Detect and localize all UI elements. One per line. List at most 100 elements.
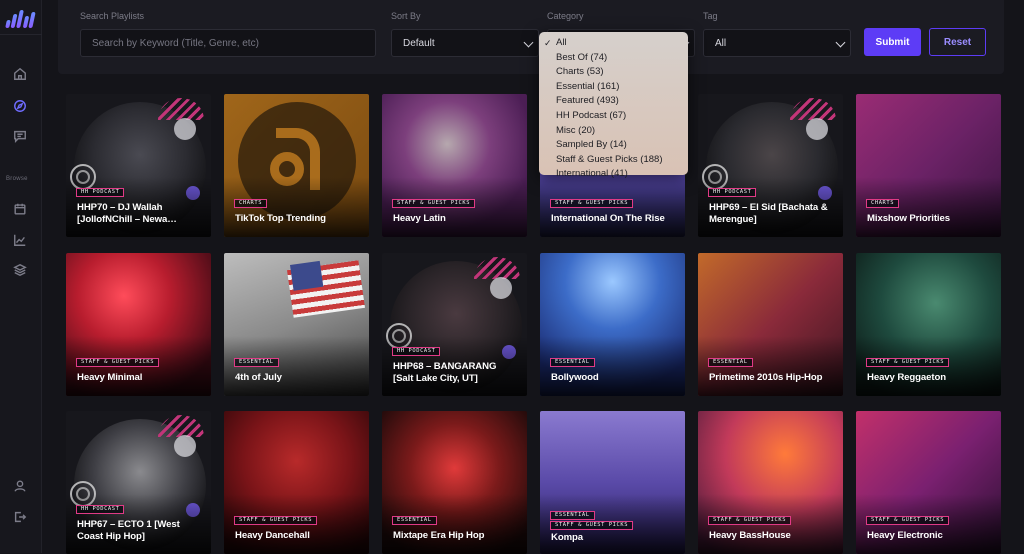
playlist-card[interactable]: HH PODCAST HHP67 – ECTO 1 [West Coast Hi… (66, 411, 211, 554)
category-label: Category (547, 11, 584, 21)
card-category-tag-secondary: STAFF & GUEST PICKS (550, 521, 634, 530)
option-label: International (41) (556, 168, 628, 180)
card-title: 4th of July (235, 372, 282, 383)
tag-select[interactable]: All (703, 29, 851, 57)
chart-icon[interactable] (12, 232, 28, 248)
dropdown-option[interactable]: Best Of (74) (539, 51, 688, 66)
playlist-card[interactable]: ESSENTIAL 4th of July (224, 253, 369, 396)
card-category-tag: STAFF & GUEST PICKS (392, 199, 476, 208)
card-title: Primetime 2010s Hip-Hop (709, 372, 823, 383)
dropdown-option[interactable]: Misc (20) (539, 124, 688, 139)
card-category-tag: ESSENTIAL (708, 358, 753, 367)
card-category-tag: ESSENTIAL (550, 511, 595, 520)
dropdown-option[interactable]: ✓ All (539, 36, 688, 51)
search-input[interactable]: Search by Keyword (Title, Genre, etc) (80, 29, 376, 57)
option-label: Charts (53) (556, 66, 604, 78)
playlist-card[interactable]: STAFF & GUEST PICKS Heavy Latin (382, 94, 527, 237)
card-title: Heavy Dancehall (235, 530, 310, 541)
option-label: Misc (20) (556, 124, 596, 136)
sort-label: Sort By (391, 11, 421, 21)
calendar-icon[interactable] (12, 201, 28, 217)
card-category-tag: STAFF & GUEST PICKS (866, 358, 950, 367)
submit-button[interactable]: Submit (864, 28, 921, 56)
card-category-tag: STAFF & GUEST PICKS (866, 516, 950, 525)
dropdown-option[interactable]: Essential (161) (539, 80, 688, 95)
filter-bar: Search Playlists Search by Keyword (Titl… (58, 0, 1004, 74)
playlist-card[interactable]: STAFF & GUEST PICKS Heavy Dancehall (224, 411, 369, 554)
sidebar-divider (0, 34, 42, 35)
option-label: Best Of (74) (556, 51, 608, 63)
card-category-tag: ESSENTIAL (234, 358, 279, 367)
layers-icon[interactable] (12, 262, 28, 278)
dropdown-option[interactable]: International (41) (539, 167, 688, 182)
playlist-card[interactable]: CHARTS Mixshow Priorities (856, 94, 1001, 237)
card-title: Heavy Latin (393, 213, 446, 224)
chevron-down-icon (835, 37, 846, 48)
playlist-card[interactable]: STAFF & GUEST PICKS Heavy Electronic (856, 411, 1001, 554)
dropdown-option[interactable]: Staff & Guest Picks (188) (539, 153, 688, 168)
card-title: Bollywood (551, 372, 599, 383)
playlist-card[interactable]: STAFF & GUEST PICKS Heavy Reggaeton (856, 253, 1001, 396)
card-category-tag: STAFF & GUEST PICKS (76, 358, 160, 367)
playlist-card[interactable]: ESSENTIAL Primetime 2010s Hip-Hop (698, 253, 843, 396)
sort-select[interactable]: Default (391, 29, 539, 57)
card-category-tag: HH PODCAST (708, 188, 757, 197)
option-label: Essential (161) (556, 80, 620, 92)
option-label: HH Podcast (67) (556, 109, 627, 121)
option-label: Staff & Guest Picks (188) (556, 153, 663, 165)
card-title: Heavy Reggaeton (867, 372, 947, 383)
playlist-card[interactable]: ESSENTIAL Mixtape Era Hip Hop (382, 411, 527, 554)
card-title: Kompa (551, 532, 584, 543)
card-category-tag: STAFF & GUEST PICKS (550, 199, 634, 208)
sidebar-section-label: Browse (6, 176, 28, 182)
card-category-tag: HH PODCAST (76, 505, 125, 514)
playlist-card[interactable]: STAFF & GUEST PICKS Heavy BassHouse (698, 411, 843, 554)
card-title: Mixshow Priorities (867, 213, 950, 224)
card-category-tag: ESSENTIAL (392, 516, 437, 525)
category-dropdown-menu: ✓ All Best Of (74) Charts (53) Essential … (539, 32, 688, 179)
card-title: Heavy Minimal (77, 372, 143, 383)
card-category-tag: STAFF & GUEST PICKS (234, 516, 318, 525)
card-title: Heavy Electronic (867, 530, 943, 541)
tag-value: All (715, 37, 727, 49)
option-label: Featured (493) (556, 95, 619, 107)
card-title: TikTok Top Trending (235, 213, 326, 224)
playlist-card[interactable]: HH PODCAST HHP68 – BANGARANG [Salt Lake … (382, 253, 527, 396)
chat-icon[interactable] (12, 128, 28, 144)
card-title: International On The Rise (551, 213, 665, 224)
playlist-card[interactable]: ESSENTIAL Bollywood (540, 253, 685, 396)
logout-icon[interactable] (12, 509, 28, 525)
sort-value: Default (403, 37, 435, 49)
checkmark-icon: ✓ (544, 38, 552, 48)
user-icon[interactable] (12, 478, 28, 494)
playlist-card[interactable]: STAFF & GUEST PICKS Heavy Minimal (66, 253, 211, 396)
card-category-tag: HH PODCAST (392, 347, 441, 356)
card-category-tag: CHARTS (234, 199, 268, 208)
chevron-down-icon (523, 37, 534, 48)
playlist-card[interactable]: HH PODCAST HHP70 – DJ Wallah [JollofNChi… (66, 94, 211, 237)
tag-label: Tag (703, 11, 718, 21)
card-title: HHP67 – ECTO 1 [West Coast Hip Hop] (77, 519, 180, 542)
playlist-card[interactable]: CHARTS TikTok Top Trending (224, 94, 369, 237)
sidebar: Browse (0, 0, 42, 553)
playlist-card[interactable]: HH PODCAST HHP69 – El Sid [Bachata & Mer… (698, 94, 843, 237)
card-title: Heavy BassHouse (709, 530, 791, 541)
dropdown-option[interactable]: Featured (493) (539, 94, 688, 109)
compass-icon[interactable] (12, 98, 28, 114)
card-title: HHP69 – El Sid [Bachata & Merengue] (709, 202, 828, 225)
playlist-card[interactable]: ESSENTIAL STAFF & GUEST PICKS Kompa (540, 411, 685, 554)
option-label: All (556, 37, 567, 48)
reset-button[interactable]: Reset (929, 28, 986, 56)
card-title: HHP68 – BANGARANG [Salt Lake City, UT] (393, 361, 497, 384)
dropdown-option[interactable]: Charts (53) (539, 65, 688, 80)
dropdown-option[interactable]: Sampled By (14) (539, 138, 688, 153)
card-category-tag: ESSENTIAL (550, 358, 595, 367)
app-logo-icon[interactable] (5, 6, 36, 28)
search-label: Search Playlists (80, 11, 145, 21)
dropdown-option[interactable]: HH Podcast (67) (539, 109, 688, 124)
home-icon[interactable] (12, 66, 28, 82)
card-category-tag: STAFF & GUEST PICKS (708, 516, 792, 525)
card-category-tag: CHARTS (866, 199, 900, 208)
option-label: Sampled By (14) (556, 139, 627, 151)
card-title: Mixtape Era Hip Hop (393, 530, 485, 541)
